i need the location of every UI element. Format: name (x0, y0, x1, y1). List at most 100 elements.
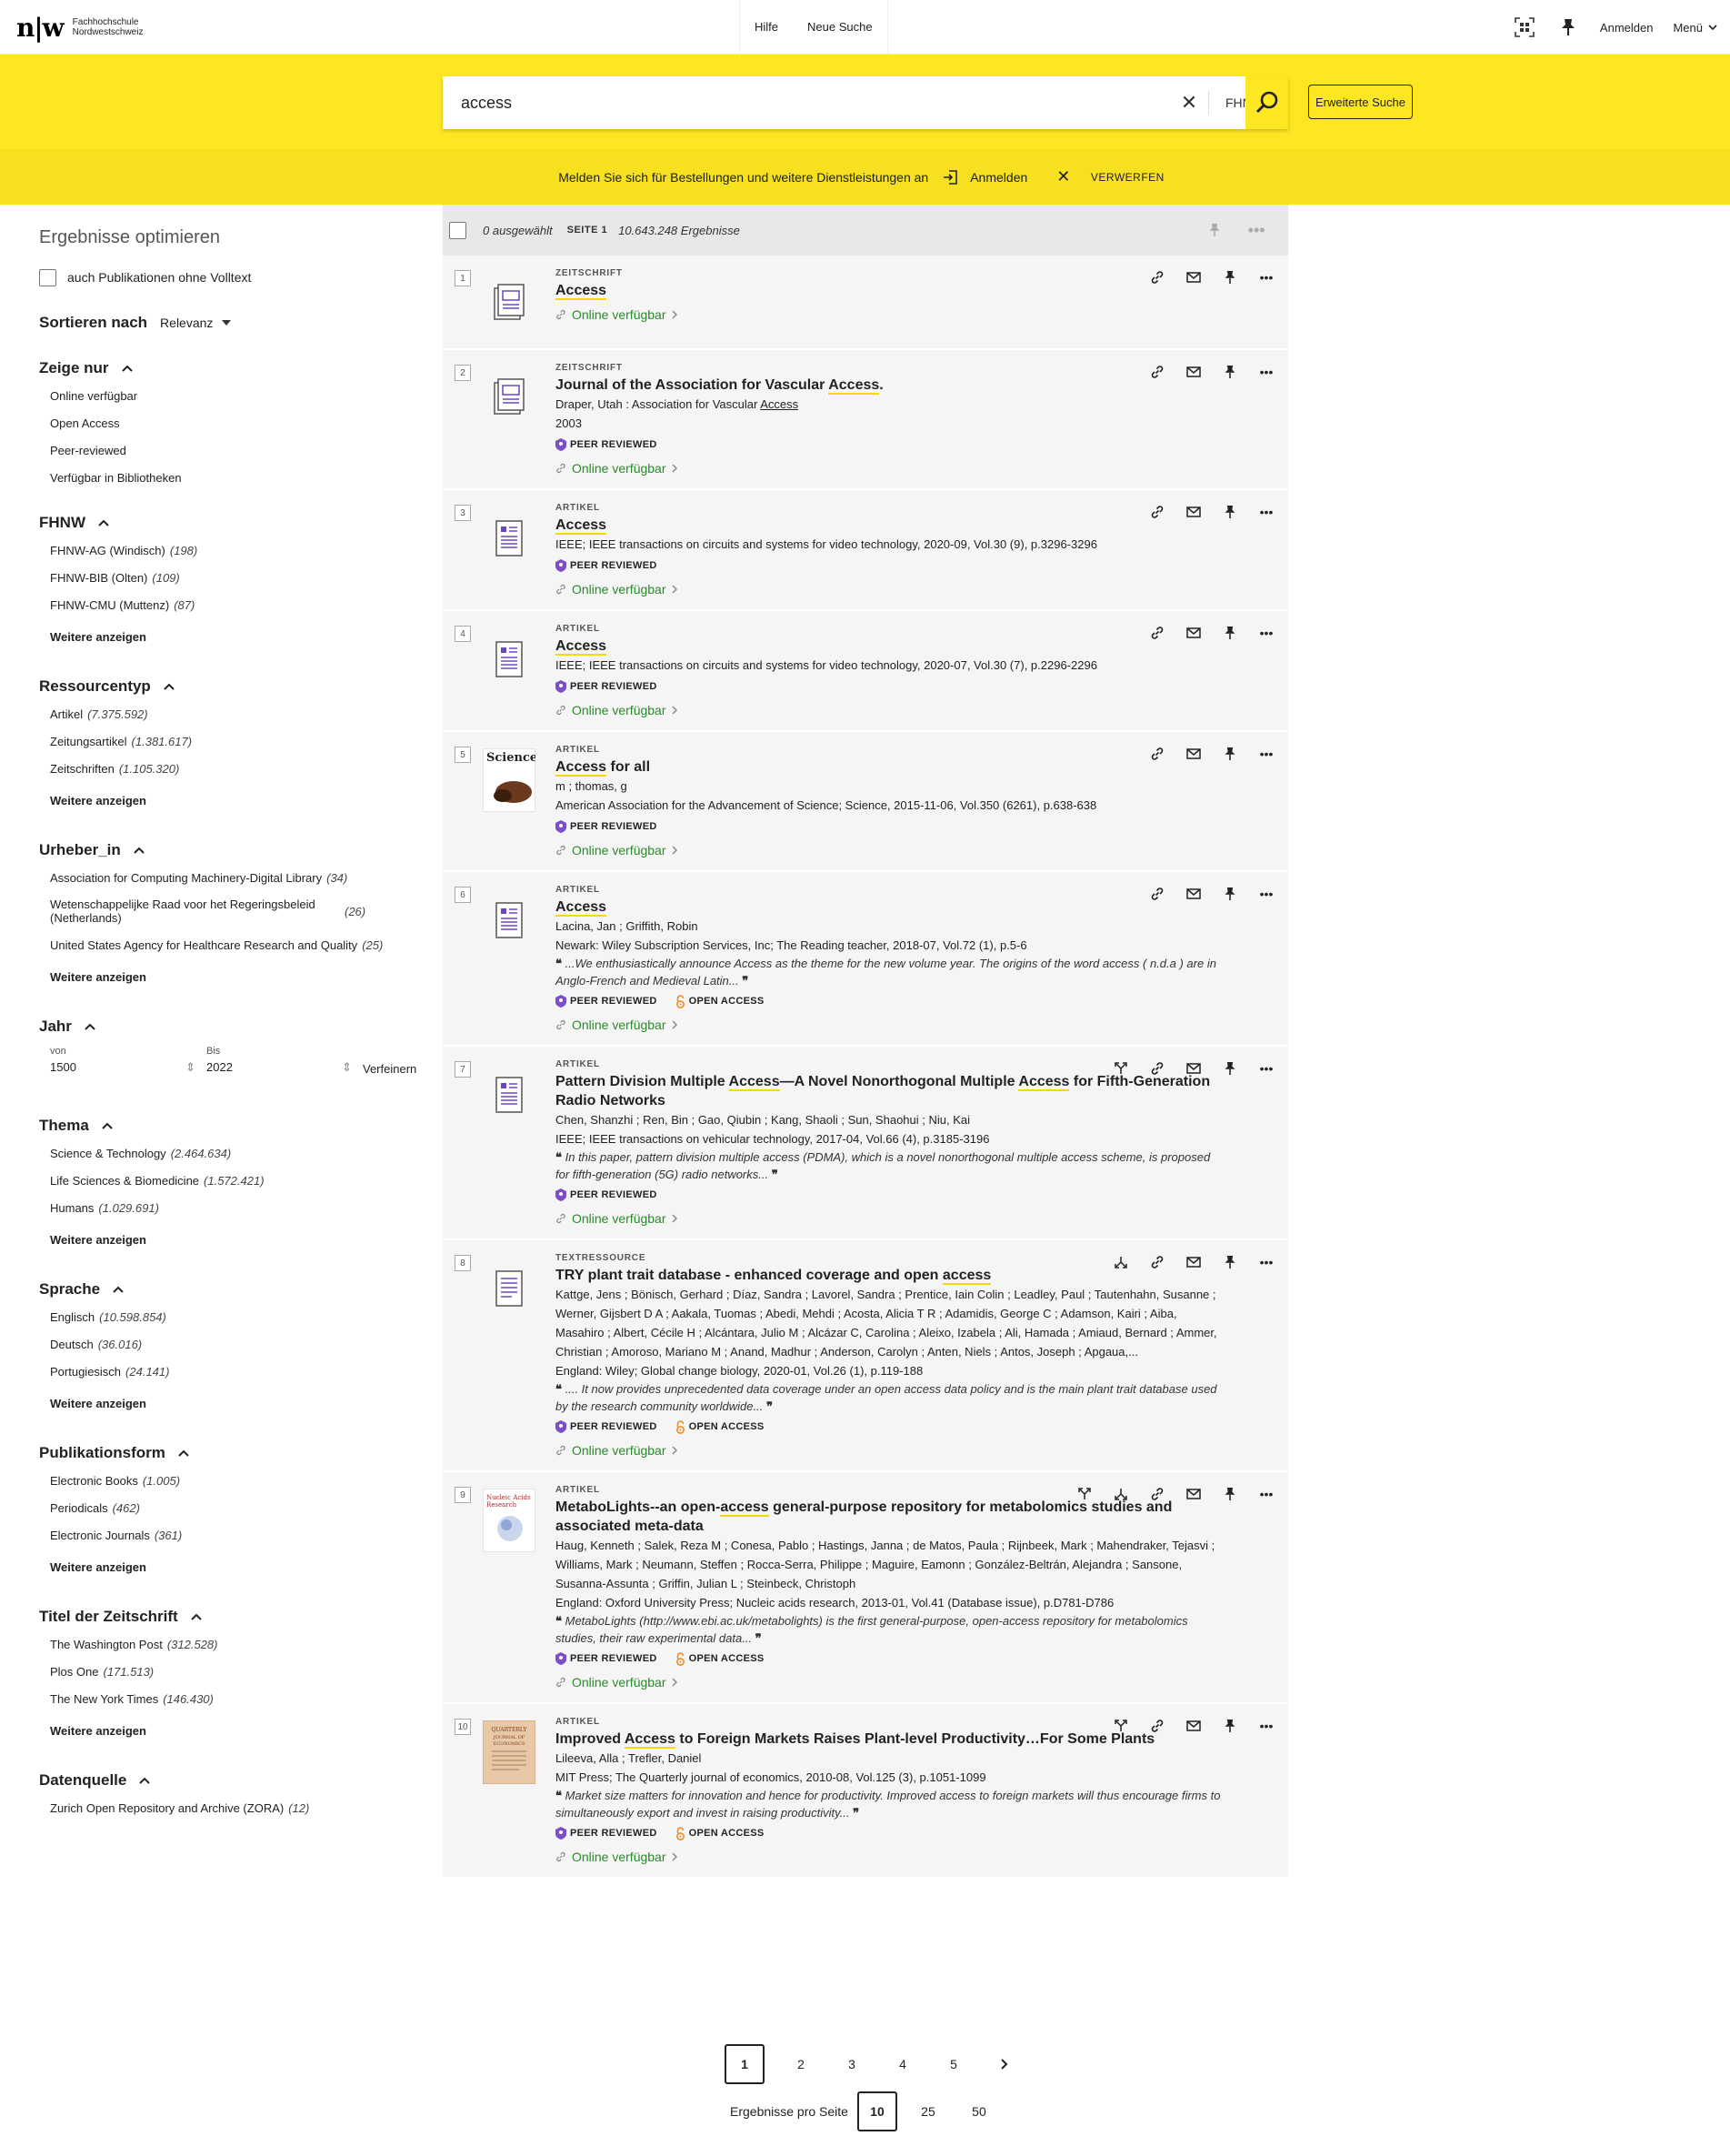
result-title[interactable]: Access (555, 516, 1225, 535)
facet-item[interactable]: Portugiesisch (24.141) (39, 1358, 439, 1385)
result-title[interactable]: Access (555, 637, 1225, 656)
email-icon[interactable] (1185, 1485, 1203, 1503)
per-page-option[interactable]: 10 (856, 2091, 897, 2131)
more-icon[interactable]: ••• (1257, 1059, 1275, 1078)
availability-link[interactable]: Online verfügbar (555, 703, 1225, 717)
per-page-option[interactable]: 50 (954, 2091, 1005, 2131)
facet-item[interactable]: The New York Times (146.430) (39, 1685, 439, 1712)
facet-item[interactable]: Verfügbar in Bibliotheken (39, 464, 439, 491)
result-item[interactable]: 4 ARTIKEL Access IEEE; IEEE transactions on… (443, 611, 1288, 732)
facet-item[interactable]: Peer-reviewed (39, 436, 439, 464)
facet-item[interactable]: Plos One (171.513) (39, 1658, 439, 1685)
result-thumbnail[interactable]: Nucleic Acids Research (483, 1489, 535, 1552)
result-title[interactable]: Journal of the Association for Vascular … (555, 376, 1225, 395)
per-page-option[interactable]: 25 (903, 2091, 954, 2131)
facet-item[interactable]: Electronic Books (1.005) (39, 1467, 439, 1494)
facet-item[interactable]: Periodicals (462) (39, 1494, 439, 1521)
result-thumbnail[interactable]: Science (483, 748, 535, 812)
more-icon[interactable]: ••• (1257, 503, 1275, 521)
cited-by-icon[interactable] (1075, 1485, 1094, 1503)
facet-header[interactable]: Thema (39, 1112, 439, 1139)
result-title[interactable]: Access (555, 897, 1225, 917)
more-icon[interactable]: ••• (1257, 268, 1275, 286)
permalink-icon[interactable] (1148, 745, 1166, 763)
show-more-link[interactable]: Weitere anzeigen (39, 1712, 439, 1749)
pin-icon[interactable] (1221, 503, 1239, 521)
result-item[interactable]: 7 ARTIKEL Pattern Division Multiple Access… (443, 1047, 1288, 1240)
email-icon[interactable] (1185, 1253, 1203, 1271)
facet-item[interactable]: Life Sciences & Biomedicine (1.572.421) (39, 1167, 439, 1194)
availability-link[interactable]: Online verfügbar (555, 1675, 1225, 1690)
facet-item[interactable]: Zeitungsartikel (1.381.617) (39, 727, 439, 755)
permalink-icon[interactable] (1148, 503, 1166, 521)
result-thumbnail[interactable]: QUARTERLY JOURNAL OF ECONOMICS (483, 1720, 535, 1784)
facet-header[interactable]: Sprache (39, 1276, 439, 1303)
show-more-link[interactable]: Weitere anzeigen (39, 958, 439, 995)
facet-item[interactable]: Deutsch (36.016) (39, 1330, 439, 1358)
facet-item[interactable]: Open Access (39, 409, 439, 436)
pin-icon[interactable] (1221, 1059, 1239, 1078)
menu-button[interactable]: Menü (1673, 21, 1717, 35)
result-number[interactable]: 1 (455, 270, 471, 286)
pin-icon[interactable] (1221, 1485, 1239, 1503)
result-thumbnail[interactable] (483, 274, 535, 334)
citing-icon[interactable] (1112, 1253, 1130, 1271)
result-number[interactable]: 4 (455, 626, 471, 642)
result-title[interactable]: MetaboLights--an open-access general-pur… (555, 1498, 1225, 1536)
nav-help[interactable]: Hilfe (740, 0, 793, 55)
search-button[interactable] (1245, 76, 1288, 129)
facet-item[interactable]: United States Agency for Healthcare Rese… (39, 931, 439, 958)
result-thumbnail[interactable] (483, 1259, 535, 1319)
nav-new-search[interactable]: Neue Suche (793, 0, 887, 55)
result-thumbnail[interactable] (483, 629, 535, 689)
facet-header[interactable]: Zeige nur (39, 355, 439, 382)
result-title[interactable]: Pattern Division Multiple Access—A Novel… (555, 1072, 1225, 1110)
page-button[interactable]: 1 (725, 2044, 765, 2084)
facet-item[interactable]: Artikel (7.375.592) (39, 700, 439, 727)
email-icon[interactable] (1185, 624, 1203, 642)
result-number[interactable]: 2 (455, 365, 471, 381)
refine-button[interactable]: Verfeinern (363, 1062, 416, 1076)
result-number[interactable]: 5 (455, 747, 471, 763)
result-number[interactable]: 8 (455, 1255, 471, 1271)
show-more-link[interactable]: Weitere anzeigen (39, 1385, 439, 1421)
availability-link[interactable]: Online verfügbar (555, 582, 1225, 597)
signin-link[interactable]: Anmelden (1600, 21, 1654, 35)
availability-link[interactable]: Online verfügbar (555, 461, 1225, 476)
pin-icon[interactable] (1203, 218, 1226, 242)
result-number[interactable]: 6 (455, 887, 471, 903)
facet-header[interactable]: Ressourcentyp (39, 673, 439, 700)
more-icon[interactable]: ••• (1257, 363, 1275, 381)
pin-icon[interactable] (1221, 1253, 1239, 1271)
result-item[interactable]: 3 ARTIKEL Access IEEE; IEEE transactions on… (443, 490, 1288, 611)
clear-search-icon[interactable]: ✕ (1175, 91, 1203, 115)
sort-select[interactable]: Relevanz (160, 316, 213, 330)
availability-link[interactable]: Online verfügbar (555, 1211, 1225, 1226)
facet-header[interactable]: Datenquelle (39, 1767, 439, 1794)
search-input[interactable] (443, 76, 1175, 129)
email-icon[interactable] (1185, 503, 1203, 521)
show-more-link[interactable]: Weitere anzeigen (39, 1221, 439, 1258)
qr-code-icon[interactable] (1513, 15, 1536, 39)
page-button[interactable]: 5 (928, 2044, 979, 2084)
availability-link[interactable]: Online verfügbar (555, 1443, 1225, 1458)
year-from[interactable]: von 1500 ⇕ (50, 1046, 206, 1076)
result-number[interactable]: 7 (455, 1061, 471, 1078)
facet-item[interactable]: Wetenschappelijke Raad voor het Regering… (39, 891, 439, 931)
permalink-icon[interactable] (1148, 268, 1166, 286)
result-item[interactable]: 1 ZEITSCHRIFT Access Online verfügbar ••• (443, 256, 1288, 350)
permalink-icon[interactable] (1148, 624, 1166, 642)
facet-header[interactable]: Titel der Zeitschrift (39, 1603, 439, 1630)
pin-icon[interactable] (1221, 1717, 1239, 1735)
facet-header[interactable]: Publikationsform (39, 1439, 439, 1467)
result-item[interactable]: 8 TEXTRESSOURCE TRY plant trait database -… (443, 1240, 1288, 1472)
availability-link[interactable]: Online verfügbar (555, 1018, 1225, 1032)
pin-icon[interactable] (1221, 885, 1239, 903)
more-icon[interactable]: ••• (1257, 1253, 1275, 1271)
pin-icon[interactable] (1556, 15, 1580, 39)
result-title[interactable]: Access (555, 281, 1225, 300)
citing-icon[interactable] (1112, 1485, 1130, 1503)
fhnw-logo[interactable]: n|w Fachhochschule Nordwestschweiz (16, 11, 143, 44)
result-title[interactable]: Access for all (555, 757, 1225, 777)
permalink-icon[interactable] (1148, 1717, 1166, 1735)
